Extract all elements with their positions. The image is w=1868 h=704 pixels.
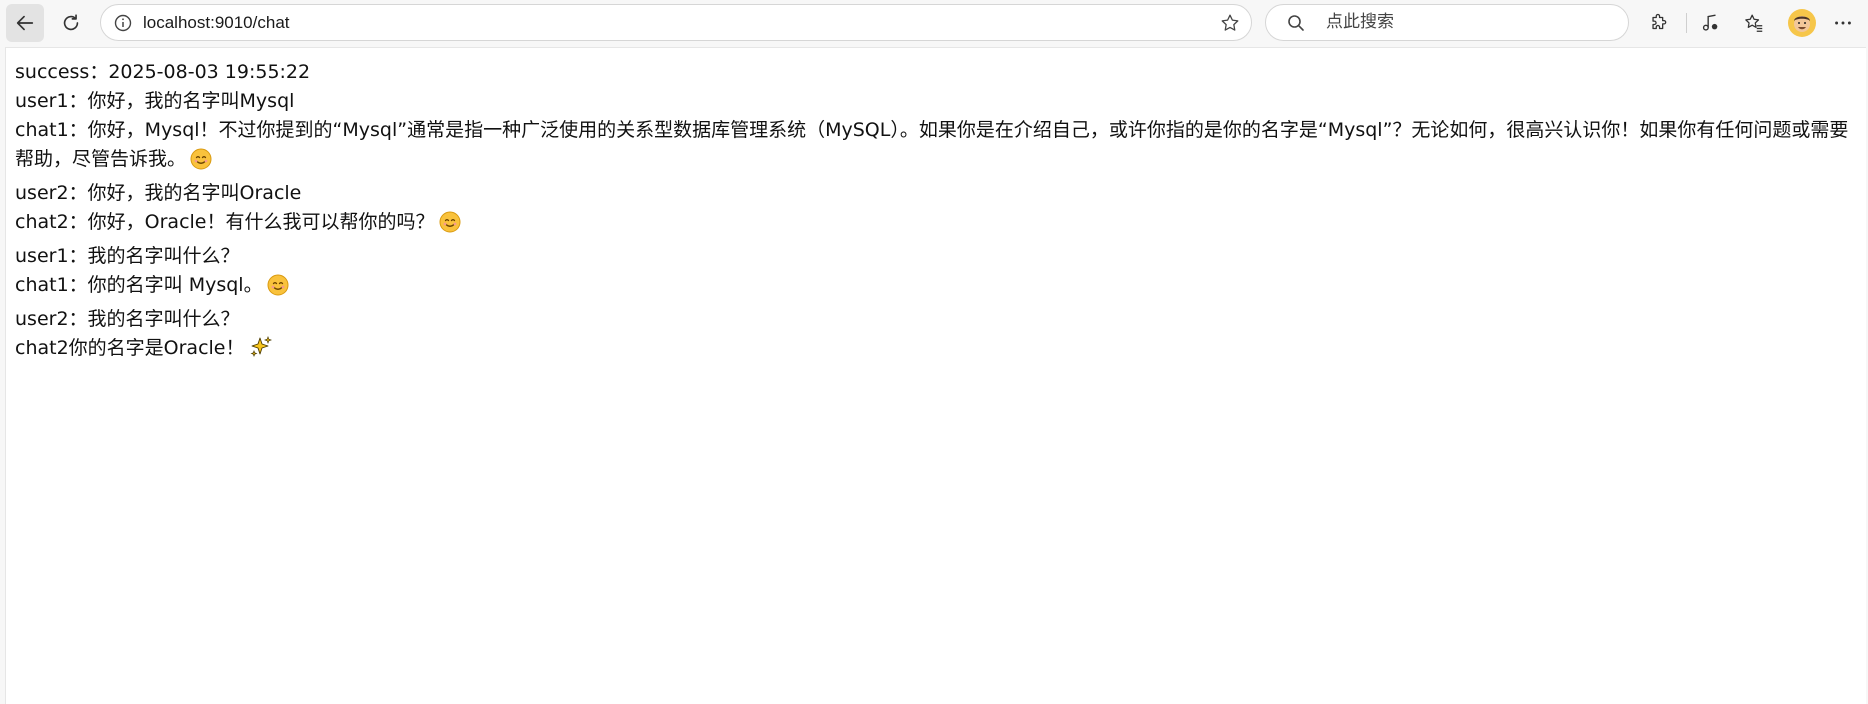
avatar[interactable] [1788,9,1816,37]
chat-message: user1：你好，我的名字叫Mysql [15,87,1856,116]
message-text: chat1：你好，Mysql！不过你提到的“Mysql”通常是指一种广泛使用的关… [15,119,1849,170]
message-text: chat2：你好，Oracle！有什么我可以帮你的吗？ [15,211,435,233]
page-content: success：2025-08-03 19:55:22 user1：你好，我的名字… [5,47,1866,704]
chat-message: chat1：你的名字叫 Mysql。 [15,271,1856,305]
message-text: user1：我的名字叫什么？ [15,245,240,267]
chat-message: user2：我的名字叫什么？ [15,305,1856,334]
message-text: chat1：你的名字叫 Mysql。 [15,274,263,296]
more-icon [1835,21,1851,25]
puzzle-icon [1652,13,1667,30]
info-icon[interactable] [113,13,133,33]
profile-face-icon [1794,16,1810,32]
more-menu-button[interactable] [1830,10,1856,36]
reload-button[interactable] [52,4,90,42]
search-input[interactable] [1326,5,1606,40]
music-note-icon [1702,14,1718,31]
favorites-button[interactable] [1741,10,1767,36]
address-bar[interactable] [100,4,1252,41]
message-text: chat2你的名字是Oracle！ [15,337,245,359]
message-text: user2：你好，我的名字叫Oracle [15,182,302,204]
message-text: user2：我的名字叫什么？ [15,308,240,330]
back-arrow-icon [16,15,34,31]
favorites-icon [1745,14,1763,32]
chat-message: user2：你好，我的名字叫Oracle [15,179,1856,208]
smiling-face-emoji-icon [267,274,289,305]
url-field[interactable] [143,5,1183,40]
media-button[interactable] [1697,10,1723,36]
chat-message: chat2：你好，Oracle！有什么我可以帮你的吗？ [15,208,1856,242]
reload-icon [63,14,79,31]
extensions-button[interactable] [1646,10,1672,36]
toolbar-divider [1686,13,1687,33]
smiling-face-emoji-icon [190,148,212,179]
browser-toolbar [0,0,1868,46]
sparkles-emoji-icon [249,335,273,368]
chat-message: chat2你的名字是Oracle！ [15,334,1856,368]
chat-message: success：2025-08-03 19:55:22 [15,58,1856,87]
star-icon[interactable] [1219,12,1241,34]
message-text: success：2025-08-03 19:55:22 [15,61,311,83]
search-icon [1288,15,1304,31]
smiling-face-emoji-icon [439,211,461,242]
message-text: user1：你好，我的名字叫Mysql [15,90,295,112]
back-button[interactable] [6,4,44,42]
search-box[interactable] [1265,4,1629,41]
chat-message: chat1：你好，Mysql！不过你提到的“Mysql”通常是指一种广泛使用的关… [15,116,1856,179]
chat-message: user1：我的名字叫什么？ [15,242,1856,271]
